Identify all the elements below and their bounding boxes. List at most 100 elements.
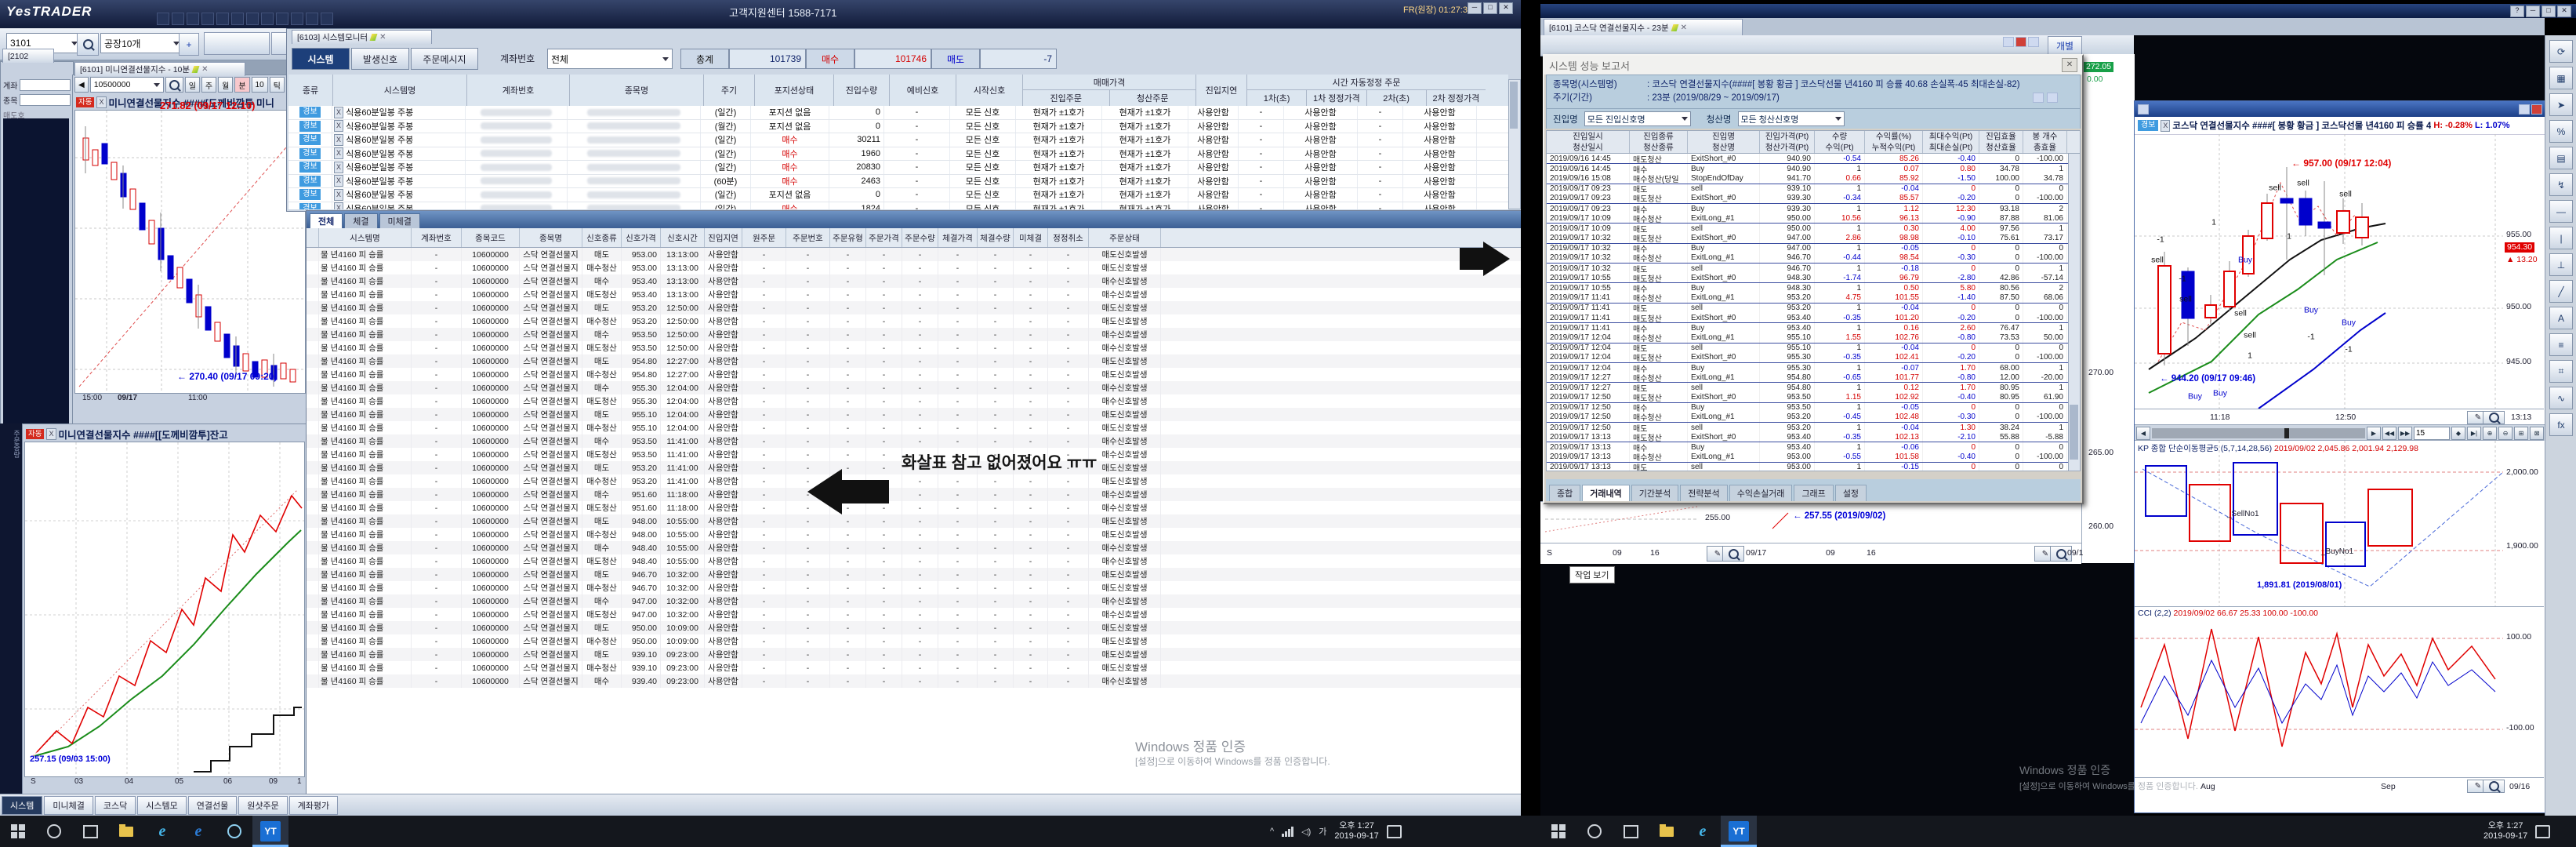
table-row[interactable]: 2019/09/16 14:45 매수 Buy 940.90 1 0.07 0.… bbox=[1547, 164, 2080, 173]
search-button[interactable] bbox=[77, 33, 99, 56]
close-icon[interactable]: ✕ bbox=[1681, 24, 1687, 32]
table-row[interactable]: 2019/09/17 11:41 매수청산 ExitLong_#1 953.20… bbox=[1547, 293, 2080, 304]
table-row[interactable]: 2019/09/17 09:23 매도 sell 939.10 1 -0.04 … bbox=[1547, 184, 2080, 194]
table-row[interactable]: 물 년4160 피 승률 - 10600000 스닥 연결선물지 매도청산 95… bbox=[307, 501, 1522, 514]
table-row[interactable]: 2019/09/17 09:23 매도청산 ExitShort_#0 939.3… bbox=[1547, 194, 2080, 204]
volume-icon[interactable]: ◁) bbox=[1301, 827, 1311, 837]
edge-button[interactable]: e bbox=[144, 816, 180, 847]
edge-button[interactable]: e bbox=[1685, 816, 1721, 847]
tool-icon[interactable] bbox=[2003, 37, 2014, 47]
table-row[interactable]: 2019/09/17 09:23 매수 Buy 939.30 1 1.12 12… bbox=[1547, 204, 2080, 213]
close-icon[interactable]: ✕ bbox=[2062, 58, 2077, 72]
search-button[interactable] bbox=[1576, 816, 1613, 847]
table-row[interactable]: 물 년4160 피 승률 - 10600000 스닥 연결선물지 매수청산 94… bbox=[307, 581, 1522, 594]
scrollbar[interactable] bbox=[1508, 79, 1521, 209]
clock[interactable]: 오후 1:272019-09-17 bbox=[2483, 821, 2527, 842]
menu-item[interactable] bbox=[321, 13, 333, 25]
table-row[interactable]: 물 년4160 피 승률 - 10600000 스닥 연결선물지 매도 948.… bbox=[307, 514, 1522, 528]
table-row[interactable]: 2019/09/17 13:13 매도청산 ExitShort_#0 953.4… bbox=[1547, 432, 2080, 442]
network-icon[interactable] bbox=[1282, 827, 1293, 837]
scroll-left-icon[interactable]: ◀ bbox=[2136, 427, 2150, 440]
page-fwd-icon[interactable]: ▶▶ bbox=[2398, 427, 2412, 440]
mail-icon[interactable] bbox=[2047, 93, 2058, 103]
table-row[interactable]: 경보 X 식용60분일봉 주봉 (일간) 매수 30211 - 모든 신호 현재… bbox=[288, 133, 1508, 147]
table-row[interactable]: 물 년4160 피 승률 - 10600000 스닥 연결선물지 매도 954.… bbox=[307, 354, 1522, 368]
zoom-icon[interactable] bbox=[2483, 411, 2505, 424]
notes-icon[interactable]: ▤ bbox=[2549, 147, 2573, 169]
close-icon[interactable]: ✕ bbox=[379, 33, 386, 42]
indicator-icon[interactable]: ↯ bbox=[2549, 173, 2573, 196]
symbol-combo[interactable]: 10500000 bbox=[90, 77, 164, 93]
pattern-icon[interactable]: ⌗ bbox=[2549, 360, 2573, 383]
table-row[interactable]: 경보 X 식용60분일봉 주봉 (60분) 매수 2463 - 모든 신호 현재… bbox=[288, 175, 1508, 189]
tab-month[interactable]: 월 bbox=[218, 77, 233, 93]
page-back-icon[interactable]: ◀◀ bbox=[2382, 427, 2396, 440]
table-row[interactable]: 물 년4160 피 승률 - 10600000 스닥 연결선물지 매수청산 95… bbox=[307, 634, 1522, 648]
entry-filter-select[interactable]: 모든 진입신호명 bbox=[1584, 111, 1691, 126]
table-row[interactable]: 2019/09/17 13:13 매도 sell 953.00 1 -0.15 … bbox=[1547, 463, 2080, 471]
auto-badge[interactable]: 자동 bbox=[76, 97, 94, 107]
menu-item[interactable] bbox=[172, 13, 184, 25]
table-row[interactable]: 2019/09/16 15:08 매수청산(당일 StopEndOfDay 94… bbox=[1547, 173, 2080, 184]
table-row[interactable]: 2019/09/17 12:04 매도청산 ExitShort_#0 955.3… bbox=[1547, 353, 2080, 363]
tab-6103[interactable]: [6103] 시스템모니터✕ bbox=[292, 30, 432, 44]
tray-expand-icon[interactable]: ^ bbox=[1270, 827, 1274, 836]
table-row[interactable]: 물 년4160 피 승률 - 10600000 스닥 연결선물지 매도 939.… bbox=[307, 648, 1522, 661]
menu-item[interactable] bbox=[157, 13, 169, 25]
table-row[interactable]: 물 년4160 피 승률 - 10600000 스닥 연결선물지 매수청산 93… bbox=[307, 661, 1522, 674]
table-row[interactable]: 물 년4160 피 승률 - 10600000 스닥 연결선물지 매수 948.… bbox=[307, 541, 1522, 554]
tab-summary[interactable]: 종합 bbox=[1549, 485, 1580, 501]
table-row[interactable]: 2019/09/17 11:41 매도 sell 953.20 1 -0.04 … bbox=[1547, 304, 2080, 313]
symbol-input[interactable] bbox=[20, 94, 71, 106]
menu-item[interactable] bbox=[276, 13, 288, 25]
close-icon[interactable]: X bbox=[2161, 120, 2170, 132]
action-center-icon[interactable] bbox=[2535, 825, 2550, 838]
table-row[interactable]: 2019/09/17 12:50 매수청산 ExitLong_#1 953.20… bbox=[1547, 413, 2080, 423]
table-row[interactable]: 2019/09/17 12:04 매수청산 ExitLong_#1 955.10… bbox=[1547, 333, 2080, 343]
menu-item[interactable] bbox=[291, 13, 303, 25]
yestrader-taskbar-button[interactable]: YT bbox=[252, 816, 288, 847]
scroll-thumb[interactable] bbox=[2284, 428, 2289, 438]
exit-filter-select[interactable]: 모든 청산신호명 bbox=[1738, 111, 1845, 126]
table-row[interactable]: 물 년4160 피 승률 - 10600000 스닥 연결선물지 매도 953.… bbox=[307, 248, 1522, 261]
table-row[interactable]: 물 년4160 피 승률 - 10600000 스닥 연결선물지 매수 939.… bbox=[307, 674, 1522, 688]
chart-scrollbar[interactable]: ◀ ▶ ◀◀ ▶▶ ◆ ▶| ⊕ ⊖ ⊞ ⊠ bbox=[2135, 424, 2545, 441]
table-row[interactable]: 물 년4160 피 승률 - 10600000 스닥 연결선물지 매수 947.… bbox=[307, 594, 1522, 608]
start-button[interactable] bbox=[1540, 816, 1576, 847]
equity-chart[interactable]: 257.15 (09/03 15:00) bbox=[24, 442, 305, 777]
maximize-icon[interactable]: □ bbox=[1483, 2, 1497, 14]
table-row[interactable]: 2019/09/17 13:13 매수청산 ExitLong_#1 953.00… bbox=[1547, 453, 2080, 463]
table-row[interactable]: 2019/09/17 10:32 매도 sell 946.70 1 -0.18 … bbox=[1547, 264, 2080, 273]
table-row[interactable]: 2019/09/17 10:32 매수 Buy 947.00 1 -0.05 0… bbox=[1547, 244, 2080, 253]
wave-icon[interactable]: ∿ bbox=[2549, 387, 2573, 409]
table-row[interactable]: 물 년4160 피 승률 - 10600000 스닥 연결선물지 매도 946.… bbox=[307, 568, 1522, 581]
window-icon[interactable] bbox=[2033, 93, 2044, 103]
task-view-button[interactable] bbox=[1613, 816, 1649, 847]
chart-window-titlebar[interactable] bbox=[2135, 101, 2545, 117]
close-icon[interactable]: X bbox=[334, 175, 343, 187]
scroll-right-icon[interactable]: ▶ bbox=[2367, 427, 2381, 440]
table-row[interactable]: 경보 X 식용60분일봉 주봉 (일간) 매수 1960 - 모든 신호 현재가… bbox=[288, 147, 1508, 162]
list-icon[interactable]: ≡ bbox=[2549, 333, 2573, 356]
zoom-out-icon[interactable]: ⊖ bbox=[2498, 427, 2513, 440]
tab-order-messages[interactable]: 주문메시지 bbox=[411, 48, 478, 70]
table-row[interactable]: 2019/09/17 10:09 매수청산 ExitLong_#1 950.00… bbox=[1547, 213, 2080, 224]
scrollbar-thumb[interactable] bbox=[1510, 82, 1518, 129]
table-row[interactable]: 물 년4160 피 승률 - 10600000 스닥 연결선물지 매수 953.… bbox=[307, 274, 1522, 288]
cursor-icon[interactable]: ➤ bbox=[2549, 93, 2573, 116]
anchor-icon[interactable]: ⊥ bbox=[2549, 253, 2573, 276]
tab-pnl[interactable]: 수익손실거래 bbox=[1729, 485, 1793, 501]
table-row[interactable]: 물 년4160 피 승률 - 10600000 스닥 연결선물지 매도 953.… bbox=[307, 301, 1522, 314]
tab-6101-mini[interactable]: [6101] 미니연결선물지수 - 10분✕ bbox=[74, 62, 245, 76]
diamond-icon[interactable]: ◆ bbox=[2451, 427, 2465, 440]
scrollbar-thumb[interactable] bbox=[2070, 405, 2078, 460]
bars-input[interactable] bbox=[2414, 427, 2450, 440]
browser-button[interactable] bbox=[216, 816, 252, 847]
tab-tick[interactable]: 틱 bbox=[270, 77, 285, 93]
table-row[interactable]: 물 년4160 피 승률 - 10600000 스닥 연결선물지 매수청산 94… bbox=[307, 528, 1522, 541]
menu-item[interactable] bbox=[246, 13, 259, 25]
workspace-combo[interactable]: 공장10개 bbox=[100, 33, 183, 53]
window-tab[interactable]: 코스닥 bbox=[95, 796, 136, 815]
end-icon[interactable]: ▶| bbox=[2467, 427, 2481, 440]
window-icon[interactable] bbox=[2519, 104, 2530, 115]
